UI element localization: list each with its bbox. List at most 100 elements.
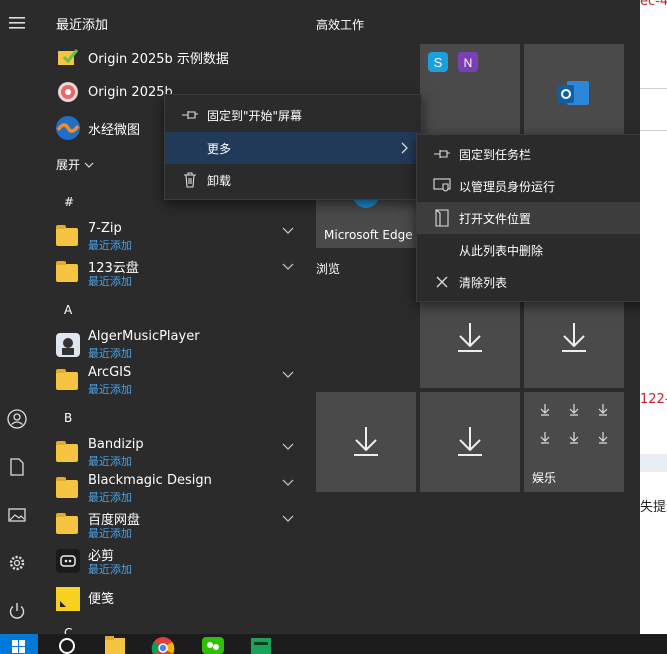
app-7zip[interactable]: 7-Zip 最近添加	[54, 220, 298, 254]
app-baidu-netdisk[interactable]: 百度网盘 最近添加	[54, 508, 298, 542]
menu-item-open-location[interactable]: 打开文件位置	[417, 202, 640, 234]
svg-text:S: S	[434, 55, 443, 70]
app-bandizip[interactable]: Bandizip 最近添加	[54, 436, 298, 470]
recent-item-label: Origin 2025b	[88, 84, 173, 100]
recent-header: 最近添加	[56, 18, 109, 33]
app-bijian[interactable]: 必剪 最近添加	[54, 544, 298, 578]
menu-item-label: 从此列表中删除	[459, 243, 544, 258]
group-letter: A	[64, 303, 73, 317]
settings-icon[interactable]	[0, 548, 34, 578]
app-name: 7-Zip	[88, 221, 122, 236]
origin-app-icon	[54, 78, 82, 106]
chevron-down-icon[interactable]	[282, 514, 294, 524]
chrome-icon[interactable]	[148, 634, 178, 654]
folder-icon	[56, 477, 80, 501]
download-icon	[562, 323, 586, 352]
user-icon[interactable]	[0, 404, 34, 434]
background-window: ec-4 122-4 失提示	[640, 0, 667, 634]
alger-music-icon	[56, 333, 80, 357]
app-sub: 最近添加	[88, 527, 132, 540]
app-icon[interactable]	[246, 634, 276, 654]
app-arcgis[interactable]: ArcGIS 最近添加	[54, 364, 298, 398]
app-sub: 最近添加	[88, 491, 132, 504]
search-icon[interactable]	[52, 634, 82, 654]
menu-item-uninstall[interactable]: 卸载	[165, 164, 421, 196]
folder-icon	[56, 369, 80, 393]
app-algermusic[interactable]: AlgerMusicPlayer 最近添加	[54, 328, 298, 362]
chevron-down-icon[interactable]	[282, 442, 294, 452]
trash-icon	[175, 172, 205, 188]
menu-item-remove-from-list[interactable]: 从此列表中删除	[417, 234, 640, 266]
outlook-icon	[558, 81, 589, 105]
context-menu: 固定到"开始"屏幕 更多 卸载	[164, 94, 422, 200]
submenu: 固定到任务栏 以管理员身份运行 打开文件位置 从此列表中删除 清除列表	[416, 134, 640, 302]
expand-button[interactable]: 展开	[56, 156, 94, 173]
bg-text-1: ec-4	[640, 0, 667, 9]
chevron-down-icon[interactable]	[282, 262, 294, 272]
mini-download-icon	[540, 404, 608, 444]
download-icon	[458, 323, 482, 352]
bg-text-2: 122-4	[640, 392, 667, 407]
app-sticky-notes[interactable]: 便笺	[54, 582, 298, 616]
open-file-icon	[427, 209, 457, 227]
app-sub: 最近添加	[88, 347, 132, 360]
file-explorer-icon[interactable]	[100, 634, 130, 654]
tile-download[interactable]	[420, 288, 520, 388]
recent-item-origin[interactable]: Origin 2025b	[54, 77, 173, 107]
menu-item-pin-taskbar[interactable]: 固定到任务栏	[417, 138, 640, 170]
app-sub: 最近添加	[88, 275, 132, 288]
tile-group-title: 浏览	[316, 262, 341, 276]
wechat-icon[interactable]	[198, 634, 228, 654]
onenote-icon: N	[458, 52, 478, 72]
download-icon	[458, 427, 482, 456]
start-rail	[0, 0, 34, 634]
app-sub: 最近添加	[88, 455, 132, 468]
app-blackmagic[interactable]: Blackmagic Design 最近添加	[54, 472, 298, 506]
power-icon[interactable]	[0, 596, 34, 626]
app-name: 便笺	[88, 592, 115, 607]
menu-item-label: 清除列表	[459, 275, 508, 290]
app-name: Bandizip	[88, 437, 144, 452]
menu-item-label: 以管理员身份运行	[459, 179, 556, 194]
expand-label: 展开	[56, 158, 81, 172]
app-123pan[interactable]: 123云盘 最近添加	[54, 256, 298, 290]
chevron-down-icon[interactable]	[282, 226, 294, 236]
recent-item-label: Origin 2025b 示例数据	[88, 51, 229, 67]
taskbar	[0, 634, 667, 654]
tile-download[interactable]	[420, 392, 520, 492]
tile-download[interactable]	[524, 288, 624, 388]
group-letter: B	[64, 411, 73, 425]
bg-divider	[640, 130, 667, 131]
recent-item-shuijing[interactable]: 水经微图	[54, 113, 140, 143]
chevron-down-icon	[84, 162, 94, 168]
hamburger-icon[interactable]	[0, 8, 34, 38]
pin-icon	[427, 149, 457, 159]
windows-icon[interactable]	[0, 634, 38, 654]
pictures-icon[interactable]	[0, 500, 34, 530]
menu-item-run-as-admin[interactable]: 以管理员身份运行	[417, 170, 640, 202]
tile-download[interactable]	[316, 392, 416, 492]
chevron-down-icon[interactable]	[282, 370, 294, 380]
app-name: Blackmagic Design	[88, 473, 212, 488]
menu-item-more[interactable]: 更多	[165, 132, 421, 164]
close-icon	[427, 276, 457, 288]
document-icon[interactable]	[0, 452, 34, 482]
tile-office-folder[interactable]: S N	[420, 44, 520, 144]
tile-entertainment-folder[interactable]: 娱乐	[524, 392, 624, 492]
recent-item-origin-sample[interactable]: Origin 2025b 示例数据	[54, 42, 229, 72]
tile-label: Microsoft Edge	[324, 228, 413, 242]
folder-icon	[56, 261, 80, 285]
sticky-notes-icon	[56, 587, 80, 611]
start-menu: 最近添加 Origin 2025b 示例数据 Origin 2025b 水经微图…	[0, 0, 640, 634]
bijian-icon	[56, 549, 80, 573]
tile-outlook[interactable]	[524, 44, 624, 144]
group-letter: #	[64, 195, 75, 209]
chevron-right-icon	[401, 142, 408, 154]
svg-text:N: N	[464, 56, 473, 70]
folder-check-icon	[54, 43, 82, 71]
app-sub: 最近添加	[88, 383, 132, 396]
menu-item-clear-list[interactable]: 清除列表	[417, 266, 640, 298]
menu-item-pin-start[interactable]: 固定到"开始"屏幕	[165, 99, 421, 131]
chevron-down-icon[interactable]	[282, 478, 294, 488]
bg-divider	[640, 88, 667, 89]
